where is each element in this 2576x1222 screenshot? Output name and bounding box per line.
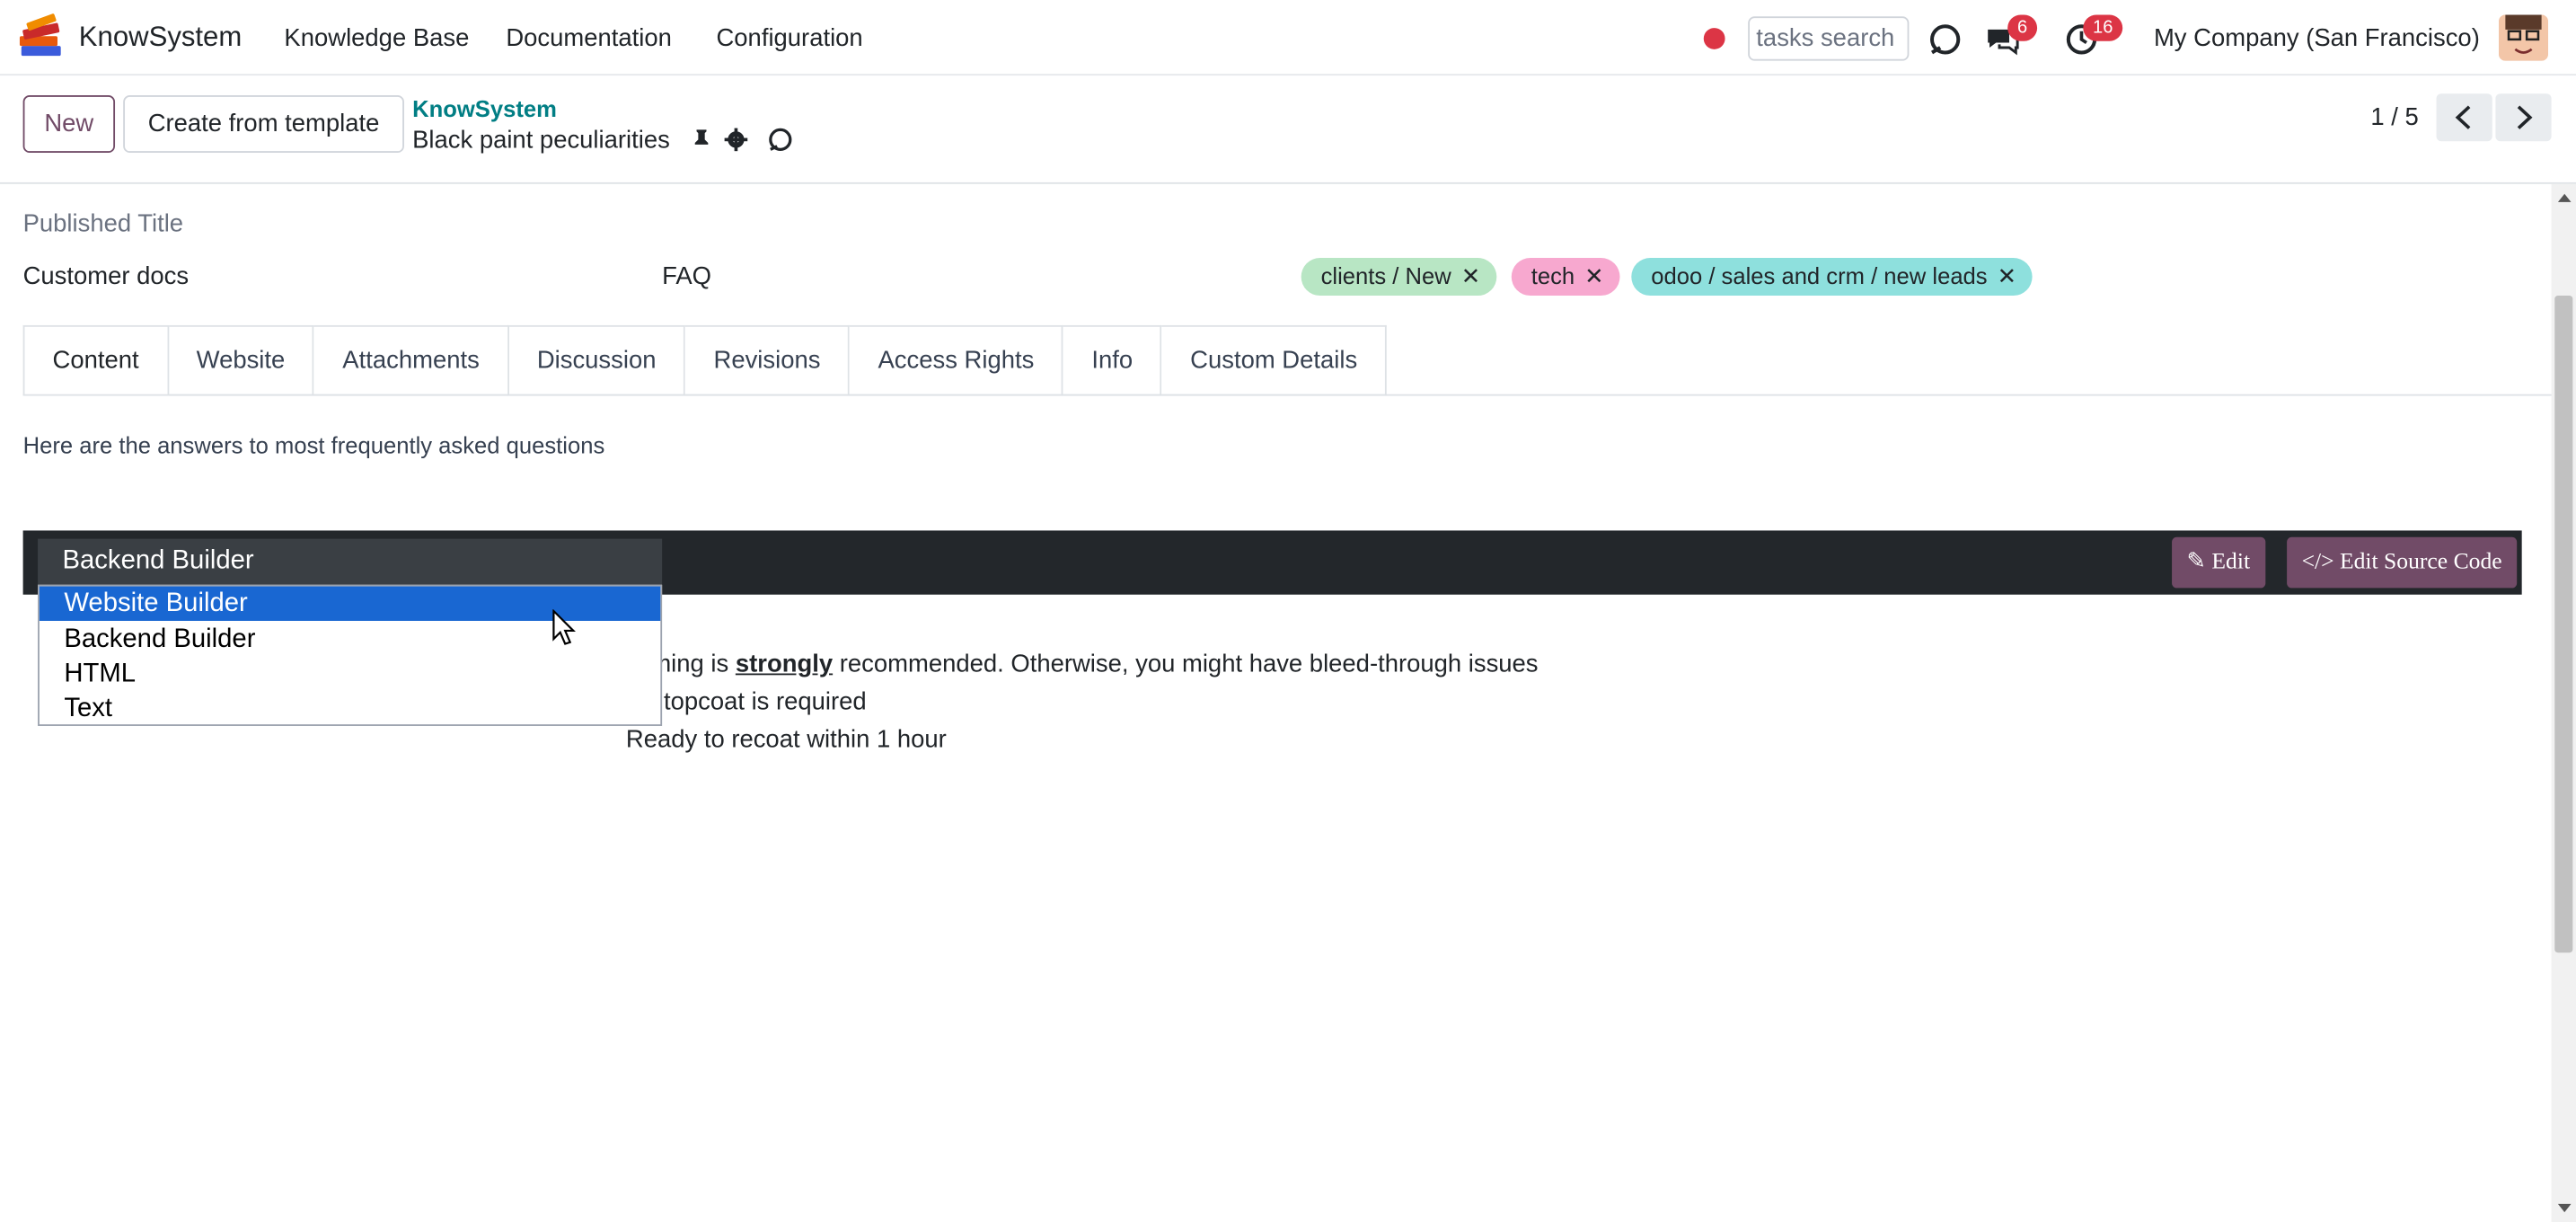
editor-type-select[interactable]: Backend Builder [38,538,663,585]
published-title-field[interactable]: Published Title [23,210,183,238]
scroll-up-arrow-icon[interactable] [2556,190,2572,204]
option-html[interactable]: HTML [40,657,660,691]
menu-documentation[interactable]: Documentation [506,24,672,52]
tag-tech: tech ✕ [1511,257,1620,297]
tab-revisions[interactable]: Revisions [685,324,851,396]
tag-clients-new: clients / New ✕ [1301,257,1497,297]
chevron-right-icon [2517,105,2533,129]
control-panel-divider [0,182,2576,184]
editor-type-dropdown: Website Builder Backend Builder HTML Tex… [38,584,663,726]
body-strong-text: strongly [735,650,834,678]
section-field[interactable]: Customer docs [23,262,190,290]
tag-label: clients / New [1320,262,1451,289]
tab-attachments[interactable]: Attachments [314,324,509,396]
tab-content[interactable]: Content [22,324,169,396]
menu-knowledge-base[interactable]: Knowledge Base [284,24,469,52]
body-line-2[interactable]: topcoat is required [664,688,867,716]
scrollbar-thumb[interactable] [2554,296,2573,953]
tasks-search-input[interactable] [1748,16,1910,61]
edit-button[interactable]: ✎ Edit [2172,536,2265,589]
edit-source-code-button[interactable]: </> Edit Source Code [2287,536,2518,589]
notebook-tabs: Content Website Attachments Discussion R… [22,324,1388,396]
content-intro-text[interactable]: Here are the answers to most frequently … [23,432,605,458]
user-avatar[interactable] [2499,14,2548,61]
activities-badge: 16 [2083,14,2123,41]
tag-remove-icon[interactable]: ✕ [1998,262,2016,288]
tabs-underline [22,394,2554,396]
tab-discussion[interactable]: Discussion [508,324,686,396]
company-switcher[interactable]: My Company (San Francisco) [2154,24,2480,52]
tab-info[interactable]: Info [1063,324,1163,396]
chevron-left-icon [2455,105,2471,129]
menu-configuration[interactable]: Configuration [716,24,862,52]
body-line-1[interactable]: ming is strongly recommended. Otherwise,… [650,651,1538,678]
brand-name[interactable]: KnowSystem [79,22,242,55]
pager-next-button[interactable] [2495,93,2552,142]
tag-label: tech [1531,262,1575,289]
tab-website[interactable]: Website [168,324,315,396]
option-text[interactable]: Text [40,692,660,726]
tag-remove-icon[interactable]: ✕ [1461,262,1480,288]
tag-label: odoo / sales and crm / new leads [1651,262,1988,289]
discard-changes-icon[interactable] [767,127,793,153]
pager-value[interactable]: 1 / 5 [2370,103,2418,131]
app-window: KnowSystem Knowledge Base Documentation … [0,0,2576,1222]
new-button[interactable]: New [22,95,116,154]
books-logo-icon[interactable] [16,13,66,63]
tab-custom-details[interactable]: Custom Details [1162,324,1388,396]
body-line-1-end: recommended. Otherwise, you might have b… [833,650,1539,678]
edit-button-label: Edit [2211,550,2251,575]
record-title: Black paint peculiarities [412,126,670,155]
create-from-template-button[interactable]: Create from template [123,95,404,154]
edit-pencil-icon: ✎ [2186,550,2206,575]
tab-access-rights[interactable]: Access Rights [850,324,1064,396]
type-field[interactable]: FAQ [662,262,711,290]
edit-source-label: Edit Source Code [2339,550,2502,575]
mouse-pointer-icon [552,609,577,645]
tag-remove-icon[interactable]: ✕ [1584,262,1603,288]
top-navbar: KnowSystem Knowledge Base Documentation … [0,0,2576,76]
recording-indicator-icon[interactable] [1703,28,1725,49]
body-line-3[interactable]: Ready to recoat within 1 hour [626,726,947,754]
body-line-1-start: ming is [650,650,736,678]
breadcrumb-knowsystem[interactable]: KnowSystem [412,95,557,121]
code-icon: </> [2301,550,2334,575]
refresh-chat-icon[interactable] [1926,20,1965,59]
messages-badge: 6 [2007,14,2038,41]
pager-previous-button[interactable] [2436,93,2492,142]
pin-icon[interactable] [688,127,714,153]
gear-icon[interactable] [723,127,749,153]
scroll-down-arrow-icon[interactable] [2556,1202,2572,1216]
tag-odoo-sales-crm: odoo / sales and crm / new leads ✕ [1631,257,2033,297]
